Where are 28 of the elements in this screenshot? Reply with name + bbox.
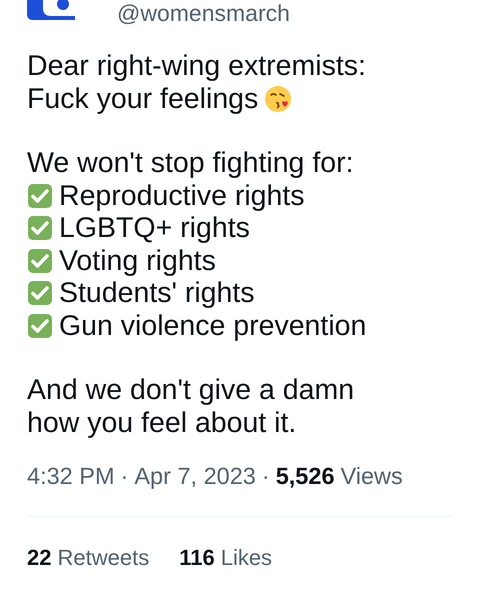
stat-label[interactable]: Likes <box>220 545 272 571</box>
list-item-text: Reproductive rights <box>59 180 305 212</box>
tweet-text: And we don't give a damn <box>27 374 354 406</box>
check-icon <box>27 182 53 209</box>
tweet-text: Dear right-wing extremists: <box>27 50 366 82</box>
stat-count[interactable]: 22 <box>27 545 52 571</box>
tweet-date[interactable]: Apr 7, 2023 <box>134 463 256 490</box>
check-icon <box>27 248 53 274</box>
views-count: 5,526 <box>276 463 335 490</box>
tweet-text: how you feel about it. <box>27 406 296 439</box>
list-item-text: Students' rights <box>59 277 255 310</box>
list-item-text: LGBTQ+ rights <box>59 212 250 244</box>
tweet-time[interactable]: 4:32 PM <box>27 463 115 490</box>
tweet-text: Fuck your feelings <box>27 82 258 115</box>
logo-icon <box>27 0 75 20</box>
separator: · <box>262 463 270 490</box>
tweet-text: We won't stop fighting for: <box>27 147 354 180</box>
stat-count[interactable]: 116 <box>179 545 215 571</box>
stat-label[interactable]: Retweets <box>57 545 150 571</box>
list-item-text: Gun violence prevention <box>59 310 366 342</box>
check-icon <box>27 215 53 242</box>
author-handle[interactable]: @womensmarch <box>117 0 290 26</box>
check-icon <box>27 280 53 306</box>
list-item-text: Voting rights <box>59 244 216 277</box>
separator: · <box>120 463 128 490</box>
check-icon <box>27 312 53 339</box>
kissing-face-icon <box>264 84 292 113</box>
views-label: Views <box>340 463 403 490</box>
